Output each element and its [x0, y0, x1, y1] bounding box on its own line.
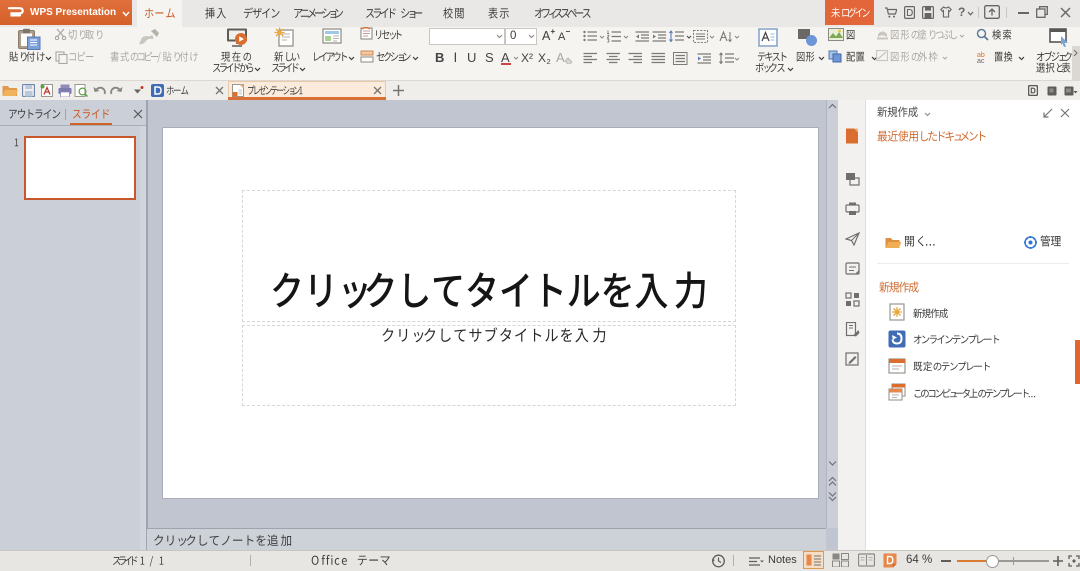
svg-text:ac: ac: [977, 58, 985, 63]
